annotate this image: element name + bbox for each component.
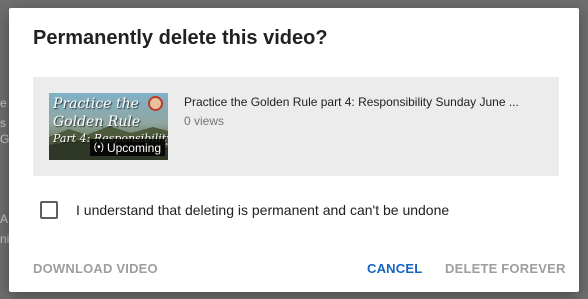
backdrop-fragment: G — [0, 132, 10, 146]
backdrop-fragment: e — [0, 96, 7, 110]
backdrop-fragment: A — [0, 212, 9, 226]
live-broadcast-icon: (•) — [93, 141, 104, 153]
thumbnail-text-line2: Golden Rule — [53, 114, 141, 130]
thumbnail-avatar — [148, 96, 163, 111]
backdrop-fragment: ni — [0, 232, 10, 246]
dialog-title: Permanently delete this video? — [33, 27, 328, 49]
cancel-button[interactable]: CANCEL — [367, 261, 422, 276]
download-video-button[interactable]: DOWNLOAD VIDEO — [33, 261, 158, 276]
thumbnail-text-line1: Practice the — [53, 96, 139, 112]
video-card: Practice the Golden Rule Part 4: Respons… — [33, 77, 559, 176]
video-views: 0 views — [184, 114, 225, 128]
video-title: Practice the Golden Rule part 4: Respons… — [184, 95, 519, 109]
upcoming-badge-label: Upcoming — [106, 140, 161, 155]
backdrop-fragment: s — [0, 116, 6, 130]
confirm-checkbox-label[interactable]: I understand that deleting is permanent … — [76, 202, 449, 218]
delete-forever-button[interactable]: DELETE FOREVER — [445, 261, 566, 276]
confirm-checkbox[interactable] — [40, 201, 58, 219]
upcoming-badge: (•) Upcoming — [89, 139, 165, 156]
video-thumbnail: Practice the Golden Rule Part 4: Respons… — [49, 93, 168, 160]
delete-video-dialog: Permanently delete this video? Practice … — [9, 8, 579, 292]
